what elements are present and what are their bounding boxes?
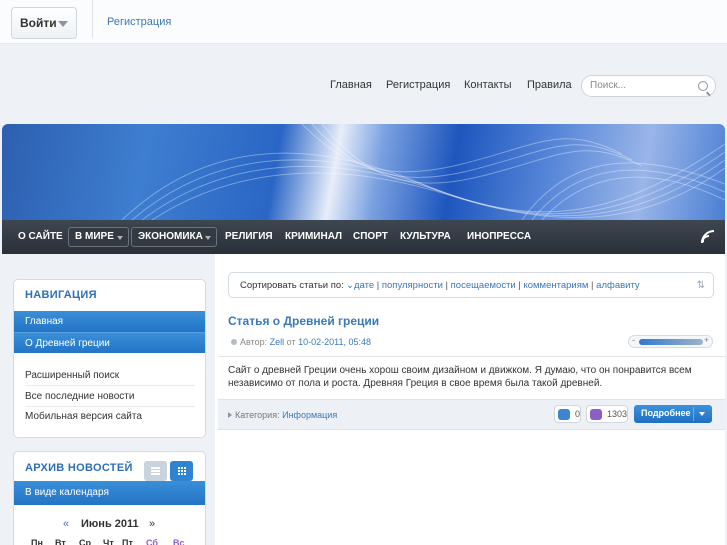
- views-count: 1303: [607, 409, 628, 419]
- weekday-wed: Ср: [79, 538, 91, 545]
- views-count-button[interactable]: 1303: [586, 405, 628, 423]
- nav-about[interactable]: О САЙТЕ: [18, 231, 63, 242]
- sort-by-date[interactable]: дате: [354, 280, 374, 291]
- navigation-box: НАВИГАЦИЯ Главная О Древней греции Расши…: [13, 279, 206, 438]
- article-date[interactable]: 10-02-2011, 05:48: [298, 337, 371, 347]
- register-link[interactable]: Регистрация: [107, 16, 171, 28]
- list-icon: [151, 467, 160, 475]
- nav-religion[interactable]: РЕЛИГИЯ: [225, 231, 273, 242]
- comments-count: 0: [575, 409, 581, 419]
- article-text: Сайт о древней Греции очень хорош своим …: [228, 365, 692, 389]
- weekday-fri: Пт: [122, 538, 133, 545]
- divider: [92, 0, 93, 38]
- weekday-sun: Вс: [173, 538, 185, 545]
- sidebar-item-home[interactable]: Главная: [14, 311, 205, 332]
- sort-by-alphabet[interactable]: алфавиту: [596, 280, 640, 291]
- divider: [693, 407, 694, 421]
- top-menu-contacts[interactable]: Контакты: [464, 79, 512, 91]
- navigation-title: НАВИГАЦИЯ: [25, 289, 97, 301]
- search-icon[interactable]: [698, 81, 708, 91]
- calendar-next-button[interactable]: »: [149, 518, 155, 530]
- date-prefix: от: [286, 337, 296, 347]
- login-label: Войти: [20, 16, 57, 30]
- sort-label: Сортировать статьи по:: [240, 280, 344, 291]
- top-menu-rules[interactable]: Правила: [527, 79, 572, 91]
- nav-world-dropdown[interactable]: В МИРЕ: [68, 227, 129, 247]
- sidebar-link-latest-news[interactable]: Все последние новости: [25, 391, 134, 402]
- chevron-right-icon: [228, 412, 232, 418]
- nav-world-label: В МИРЕ: [75, 231, 114, 242]
- divider: [218, 356, 725, 357]
- archive-tab-calendar[interactable]: В виде календаря: [14, 481, 205, 505]
- list-view-button[interactable]: [144, 461, 167, 481]
- article-meta: Автор: Zell от 10-02-2011, 05:48: [231, 337, 371, 347]
- category-link[interactable]: Информация: [282, 410, 337, 420]
- search-input[interactable]: [590, 80, 695, 91]
- author-icon: [231, 339, 237, 345]
- banner-waves-image: [121, 124, 725, 220]
- sort-by-popularity[interactable]: популярности: [382, 280, 443, 291]
- chevron-down-icon: [117, 236, 123, 240]
- weekday-sat: Сб: [146, 538, 158, 545]
- rating-bar[interactable]: - +: [628, 335, 713, 348]
- divider: [25, 385, 195, 386]
- comment-icon: [558, 409, 570, 420]
- views-icon: [590, 409, 602, 420]
- article-title[interactable]: Статья о Древней греции: [228, 314, 379, 328]
- calendar-prev-button[interactable]: «: [63, 518, 69, 530]
- nav-crime[interactable]: КРИМИНАЛ: [285, 231, 342, 242]
- read-more-label: Подробнее: [641, 408, 691, 418]
- top-menu-register[interactable]: Регистрация: [386, 79, 450, 91]
- rating-fill: [639, 339, 703, 345]
- nav-economy-dropdown[interactable]: ЭКОНОМИКА: [131, 227, 217, 247]
- rss-icon[interactable]: [700, 229, 716, 245]
- author-label: Автор:: [240, 337, 268, 347]
- sidebar-link-mobile[interactable]: Мобильная версия сайта: [25, 411, 142, 422]
- chevron-down-icon: [205, 236, 211, 240]
- sort-by-views[interactable]: посещаемости: [451, 280, 516, 291]
- nav-culture[interactable]: КУЛЬТУРА: [400, 231, 451, 242]
- login-button[interactable]: Войти: [11, 7, 77, 39]
- top-menu-home[interactable]: Главная: [330, 79, 372, 91]
- chevron-down-icon: [699, 412, 705, 416]
- sidebar-item-ancient-greece[interactable]: О Древней греции: [14, 332, 205, 353]
- grid-icon: [178, 467, 186, 475]
- sort-bar: Сортировать статьи по: ⌄дате | популярно…: [228, 272, 714, 298]
- sort-by-comments[interactable]: комментариям: [523, 280, 588, 291]
- weekday-tue: Вт: [55, 538, 66, 545]
- author-link[interactable]: Zell: [270, 337, 285, 347]
- nav-economy-label: ЭКОНОМИКА: [138, 231, 203, 242]
- calendar-month: Июнь 2011: [81, 518, 139, 530]
- rating-minus[interactable]: -: [632, 335, 635, 345]
- sidebar-link-advanced-search[interactable]: Расширенный поиск: [25, 370, 119, 381]
- rating-plus[interactable]: +: [704, 335, 709, 345]
- nav-foreign-press[interactable]: ИНОПРЕССА: [467, 231, 531, 242]
- archive-title: АРХИВ НОВОСТЕЙ: [25, 462, 133, 474]
- calendar-view-button[interactable]: [170, 461, 193, 481]
- nav-sport[interactable]: СПОРТ: [353, 231, 388, 242]
- chevron-down-icon: [58, 21, 68, 27]
- weekday-thu: Чт: [103, 538, 114, 545]
- top-bar: Войти Регистрация: [0, 0, 727, 44]
- header: Главная Регистрация Контакты Правила: [0, 45, 727, 125]
- sort-direction-icon[interactable]: ⇅: [697, 280, 705, 291]
- search-box: [581, 75, 716, 97]
- header-banner: [2, 124, 725, 220]
- read-more-button[interactable]: Подробнее: [634, 405, 712, 423]
- comments-count-button[interactable]: 0: [554, 405, 581, 423]
- sort-options: ⌄дате | популярности | посещаемости | ко…: [346, 280, 640, 291]
- main-navigation: О САЙТЕ В МИРЕ ЭКОНОМИКА РЕЛИГИЯ КРИМИНА…: [2, 220, 725, 254]
- weekday-mon: Пн: [31, 538, 43, 545]
- divider: [25, 406, 195, 407]
- category-label: Категория:: [235, 410, 280, 420]
- article-category: Категория: Информация: [228, 410, 337, 420]
